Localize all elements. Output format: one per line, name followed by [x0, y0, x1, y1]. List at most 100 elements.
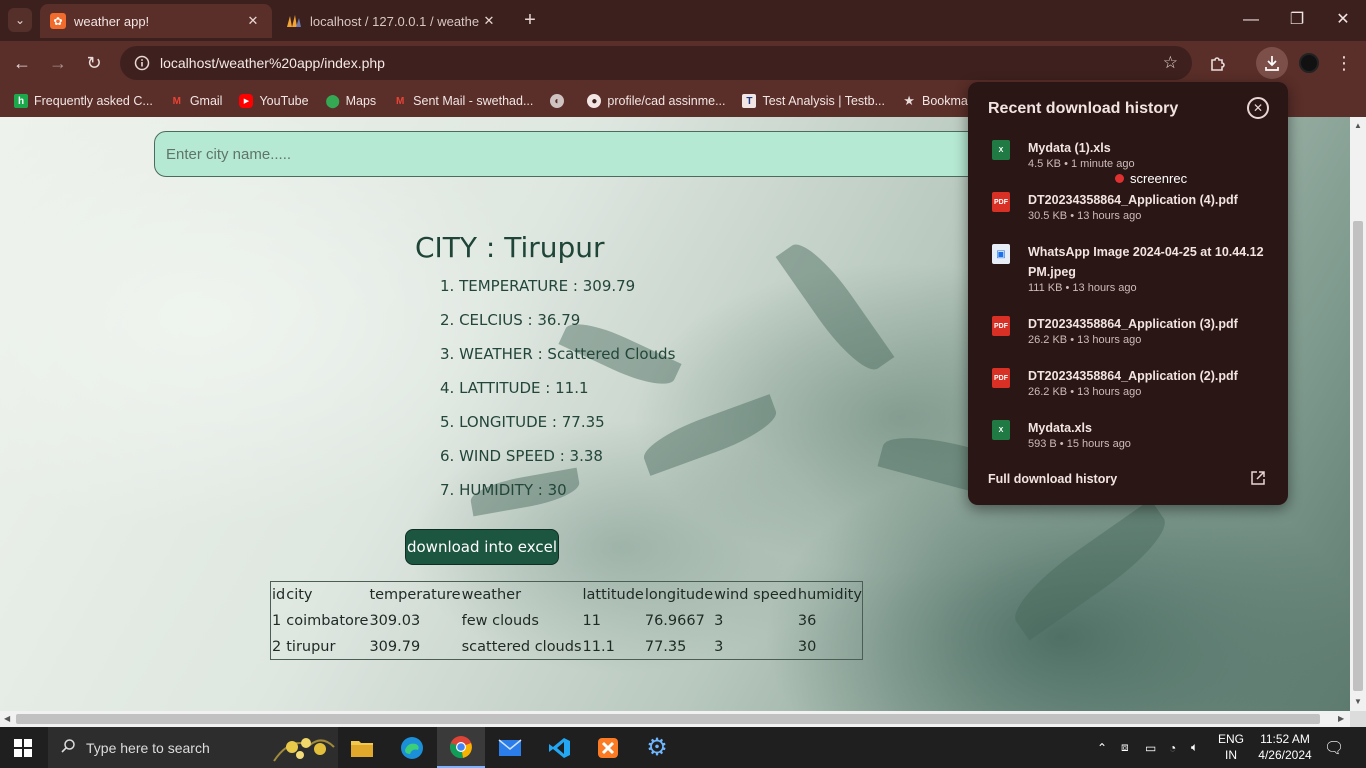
vscode-icon[interactable]	[535, 727, 583, 768]
bookmark-gmail[interactable]: M Gmail	[170, 94, 223, 108]
windows-taskbar: Type here to search ⚙ ⌃ ⧈ ▭ ◔ 🔈︎ ENG IN …	[0, 727, 1366, 768]
bookmark-github[interactable]: ● profile/cad assinme...	[587, 94, 725, 108]
detail-longitude: 5. LONGITUDE : 77.35	[440, 413, 605, 431]
scroll-right-icon[interactable]: ▶	[1338, 714, 1344, 723]
screenrec-badge: screenrec	[1115, 171, 1187, 186]
profile-avatar[interactable]	[1299, 53, 1319, 73]
download-filename: WhatsApp Image 2024-04-25 at 10.44.12 PM…	[1028, 245, 1264, 279]
show-hidden-icons-icon[interactable]: ⌃	[1097, 727, 1107, 768]
menu-kebab-icon[interactable]: ⋮	[1330, 49, 1358, 77]
bookmark-testbook[interactable]: T Test Analysis | Testb...	[742, 94, 885, 108]
column-header: id	[272, 587, 286, 604]
tab-weather-app[interactable]: ✿ weather app! ✕	[40, 4, 272, 38]
download-excel-button[interactable]: download into excel	[405, 529, 559, 565]
mail-icon[interactable]	[486, 727, 534, 768]
language-indicator[interactable]: ENG IN	[1216, 731, 1246, 763]
xampp-icon[interactable]	[584, 727, 632, 768]
column-header: lattitude	[582, 587, 644, 604]
bookmark-faq[interactable]: h Frequently asked C...	[14, 94, 153, 108]
chrome-browser-icon[interactable]	[437, 727, 485, 768]
new-tab-button[interactable]: +	[520, 10, 540, 30]
volume-muted-icon[interactable]: 🔈︎	[1191, 727, 1198, 768]
search-highlight-icon	[270, 727, 338, 768]
scrollbar-thumb[interactable]	[16, 714, 1320, 724]
download-item[interactable]: PDF DT20234358864_Application (4).pdf 30…	[988, 190, 1278, 230]
open-external-icon[interactable]	[1250, 470, 1266, 486]
table-row: 2 tirupur 309.79 scattered clouds 11.1 7…	[271, 634, 863, 660]
download-filename: DT20234358864_Application (4).pdf	[1028, 193, 1238, 207]
download-item[interactable]: ▣ WhatsApp Image 2024-04-25 at 10.44.12 …	[988, 242, 1278, 302]
bookmark-globe[interactable]: ◐	[550, 94, 570, 108]
table-cell: 77.35	[644, 638, 687, 655]
column-header: humidity	[797, 587, 862, 604]
download-meta: 26.2 KB • 13 hours ago	[1028, 334, 1142, 346]
reload-icon[interactable]: ↻	[80, 49, 108, 77]
tab-close-icon[interactable]: ✕	[244, 13, 262, 29]
site-info-icon[interactable]	[134, 55, 150, 71]
taskbar-search-box[interactable]: Type here to search	[48, 727, 338, 768]
tab-search-button[interactable]: ⌄	[8, 8, 32, 32]
city-heading: CITY : Tirupur	[415, 231, 605, 264]
system-clock[interactable]: 11:52 AM 4/26/2024	[1254, 731, 1316, 763]
bookmark-youtube[interactable]: ▶ YouTube	[239, 94, 309, 108]
detail-humidity: 7. HUMIDITY : 30	[440, 481, 567, 499]
forward-icon[interactable]: →	[44, 49, 72, 77]
column-header: city	[286, 587, 313, 604]
windows-start-icon[interactable]	[14, 739, 32, 757]
tab-phpmyadmin[interactable]: localhost / 127.0.0.1 / weather a ✕	[276, 4, 508, 38]
downloads-button[interactable]	[1256, 47, 1288, 79]
excel-file-icon: X	[992, 420, 1010, 440]
download-item[interactable]: PDF DT20234358864_Application (3).pdf 26…	[988, 314, 1278, 354]
battery-icon[interactable]: ▭	[1145, 727, 1156, 768]
horizontal-scrollbar[interactable]: ◀ ▶	[0, 711, 1350, 727]
detail-weather: 3. WEATHER : Scattered Clouds	[440, 345, 676, 363]
image-file-icon: ▣	[992, 244, 1010, 264]
scroll-down-icon[interactable]: ▼	[1354, 697, 1362, 706]
download-filename: DT20234358864_Application (3).pdf	[1028, 317, 1238, 331]
column-header: wind speed	[714, 587, 797, 604]
bookmark-sent-mail[interactable]: M Sent Mail - swethad...	[393, 94, 533, 108]
table-cell: 1	[272, 613, 282, 629]
download-item[interactable]: PDF DT20234358864_Application (2).pdf 26…	[988, 366, 1278, 406]
scrollbar-thumb[interactable]	[1353, 221, 1363, 691]
city-search-input[interactable]	[154, 131, 1034, 177]
back-icon[interactable]: ←	[8, 49, 36, 77]
bookmark-star-icon[interactable]: ☆	[1163, 53, 1178, 73]
column-header: longitude	[644, 587, 714, 604]
clock-time: 11:52 AM	[1260, 732, 1310, 746]
vertical-scrollbar[interactable]: ▲ ▼	[1350, 117, 1366, 711]
wifi-icon[interactable]: ◔	[1169, 727, 1176, 768]
edge-browser-icon[interactable]	[388, 727, 436, 768]
download-item[interactable]: X Mydata.xls 593 B • 15 hours ago	[988, 418, 1278, 458]
download-meta: 4.5 KB • 1 minute ago	[1028, 158, 1135, 170]
record-dot-icon	[1115, 174, 1124, 183]
extensions-icon[interactable]	[1204, 49, 1232, 77]
address-bar[interactable]: localhost/weather%20app/index.php ☆	[120, 46, 1192, 80]
minimize-icon[interactable]: —	[1236, 8, 1266, 32]
download-meta: 593 B • 15 hours ago	[1028, 438, 1131, 450]
scrollbar-corner	[1350, 711, 1366, 727]
full-download-history-link[interactable]: Full download history	[988, 472, 1117, 486]
scroll-left-icon[interactable]: ◀	[4, 714, 10, 723]
close-popup-icon[interactable]: ✕	[1247, 97, 1269, 119]
meet-now-icon[interactable]: ⧈	[1121, 727, 1129, 768]
bookmark-star-icon: ★	[903, 93, 915, 108]
close-window-icon[interactable]: ✕	[1328, 8, 1358, 32]
bookmark-maps[interactable]: ⬤ Maps	[325, 93, 376, 108]
table-cell: 3	[714, 638, 724, 655]
table-row: 1 coimbatore 309.03 few clouds 11 76.966…	[271, 608, 863, 634]
settings-gear-icon[interactable]: ⚙	[633, 727, 681, 768]
file-explorer-icon[interactable]	[338, 727, 386, 768]
scroll-up-icon[interactable]: ▲	[1354, 121, 1362, 130]
notifications-icon[interactable]: 🗨︎	[1324, 727, 1344, 768]
tab-close-icon[interactable]: ✕	[480, 13, 498, 29]
taskbar-search-placeholder: Type here to search	[86, 739, 210, 756]
column-header: temperature	[369, 587, 461, 604]
tab-title: localhost / 127.0.0.1 / weather a	[310, 13, 480, 29]
restore-icon[interactable]: ❐	[1282, 8, 1312, 32]
table-cell: few clouds	[461, 613, 539, 629]
table-cell: 30	[797, 638, 817, 655]
testbook-icon: T	[742, 94, 757, 108]
detail-lattitude: 4. LATTITUDE : 11.1	[440, 379, 589, 397]
table-cell: 309.03	[369, 613, 421, 629]
